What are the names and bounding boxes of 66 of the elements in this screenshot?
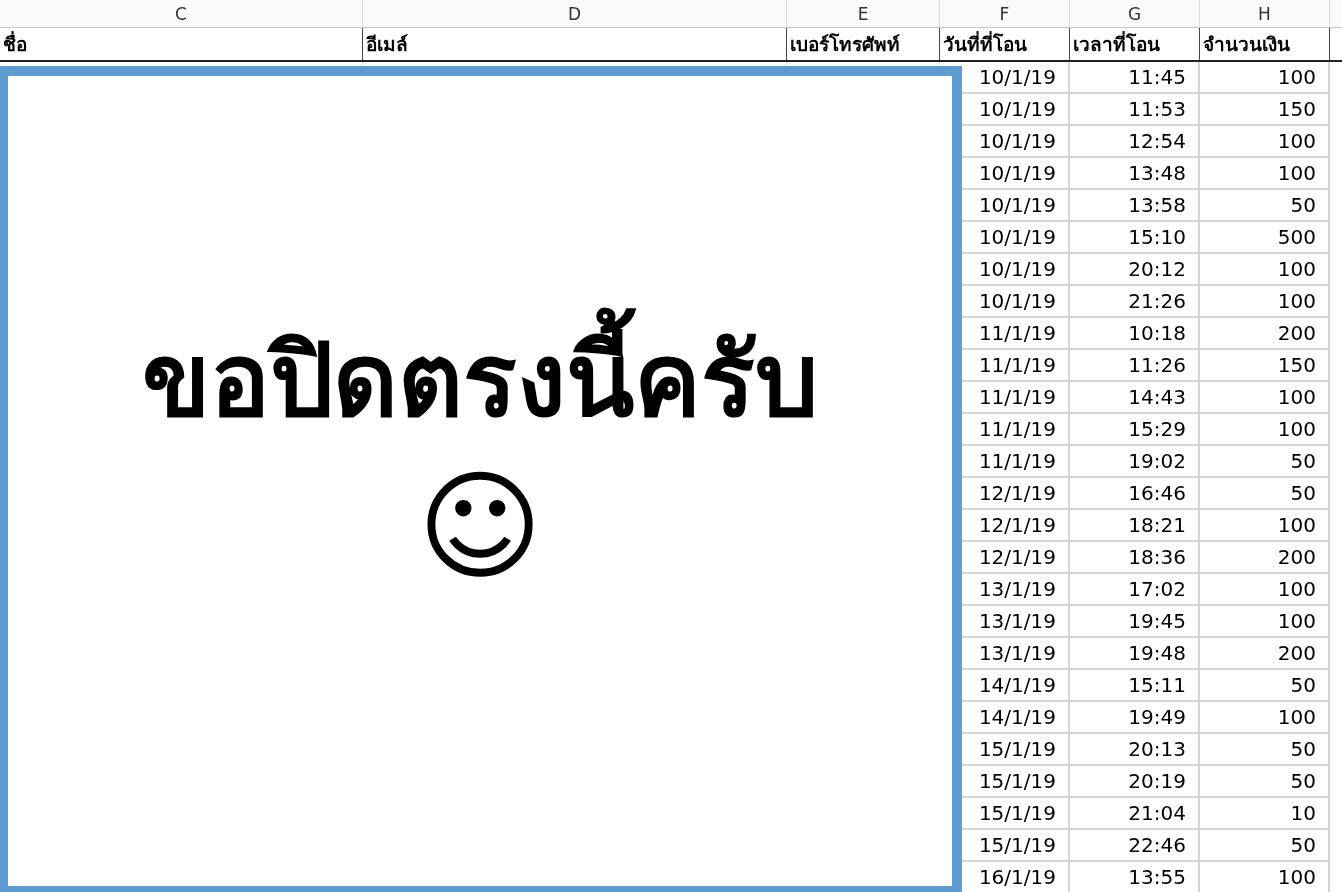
table-cell: 10 bbox=[1200, 798, 1330, 830]
column-letter[interactable]: D bbox=[363, 0, 787, 27]
table-cell: 20:19 bbox=[1070, 766, 1200, 798]
table-cell: 14:43 bbox=[1070, 382, 1200, 414]
table-cell: 15:11 bbox=[1070, 670, 1200, 702]
table-cell: 22:46 bbox=[1070, 830, 1200, 862]
table-cell: 13:48 bbox=[1070, 158, 1200, 190]
column-letter[interactable]: E bbox=[787, 0, 940, 27]
table-cell: 100 bbox=[1200, 286, 1330, 318]
table-cell: 19:45 bbox=[1070, 606, 1200, 638]
column-letter[interactable]: G bbox=[1070, 0, 1200, 27]
table-cell: 100 bbox=[1200, 574, 1330, 606]
table-cell: 15:29 bbox=[1070, 414, 1200, 446]
table-cell: 50 bbox=[1200, 478, 1330, 510]
table-cell: 15:10 bbox=[1070, 222, 1200, 254]
smiley-emoji: ☺ bbox=[417, 461, 543, 593]
table-cell: 50 bbox=[1200, 734, 1330, 766]
table-cell: 50 bbox=[1200, 670, 1330, 702]
table-cell: 200 bbox=[1200, 542, 1330, 574]
table-cell: 100 bbox=[1200, 702, 1330, 734]
table-cell: 18:36 bbox=[1070, 542, 1200, 574]
table-cell: 18:21 bbox=[1070, 510, 1200, 542]
column-letter[interactable]: C bbox=[0, 0, 363, 27]
table-cell: 12:54 bbox=[1070, 126, 1200, 158]
table-cell: 13:55 bbox=[1070, 862, 1200, 892]
table-cell: 100 bbox=[1200, 158, 1330, 190]
table-cell: 19:48 bbox=[1070, 638, 1200, 670]
table-cell: 21:04 bbox=[1070, 798, 1200, 830]
table-cell: 11:53 bbox=[1070, 94, 1200, 126]
table-cell: 100 bbox=[1200, 414, 1330, 446]
header-cell: จำนวนเงิน bbox=[1200, 28, 1330, 60]
table-cell: 11:45 bbox=[1070, 62, 1200, 94]
table-cell: 100 bbox=[1200, 62, 1330, 94]
header-cell: วันที่ที่โอน bbox=[940, 28, 1070, 60]
table-cell: 19:49 bbox=[1070, 702, 1200, 734]
table-cell: 200 bbox=[1200, 318, 1330, 350]
header-cell: อีเมล์ bbox=[363, 28, 787, 60]
table-cell: 21:26 bbox=[1070, 286, 1200, 318]
table-cell: 100 bbox=[1200, 126, 1330, 158]
table-cell: 50 bbox=[1200, 766, 1330, 798]
header-cell: เวลาที่โอน bbox=[1070, 28, 1200, 60]
header-cell: เบอร์โทรศัพท์ bbox=[787, 28, 940, 60]
cover-note: ขอปิดตรงนี้ครับ bbox=[134, 301, 826, 461]
table-cell: 200 bbox=[1200, 638, 1330, 670]
table-cell: 500 bbox=[1200, 222, 1330, 254]
table-cell: 17:02 bbox=[1070, 574, 1200, 606]
table-cell: 11:26 bbox=[1070, 350, 1200, 382]
table-cell: 19:02 bbox=[1070, 446, 1200, 478]
table-cell: 10:18 bbox=[1070, 318, 1200, 350]
table-cell: 150 bbox=[1200, 350, 1330, 382]
table-cell: 50 bbox=[1200, 446, 1330, 478]
column-letter[interactable]: F bbox=[940, 0, 1070, 27]
table-cell: 20:13 bbox=[1070, 734, 1200, 766]
table-cell: 50 bbox=[1200, 830, 1330, 862]
header-cell: ชื่อ bbox=[0, 28, 363, 60]
table-cell: 100 bbox=[1200, 862, 1330, 892]
table-cell: 100 bbox=[1200, 382, 1330, 414]
table-cell: 150 bbox=[1200, 94, 1330, 126]
table-cell: 50 bbox=[1200, 190, 1330, 222]
table-cell: 100 bbox=[1200, 510, 1330, 542]
table-cell: 100 bbox=[1200, 606, 1330, 638]
table-cell: 20:12 bbox=[1070, 254, 1200, 286]
table-cell: 16:46 bbox=[1070, 478, 1200, 510]
table-cell: 13:58 bbox=[1070, 190, 1200, 222]
table-cell: 100 bbox=[1200, 254, 1330, 286]
column-letter[interactable]: H bbox=[1200, 0, 1330, 27]
